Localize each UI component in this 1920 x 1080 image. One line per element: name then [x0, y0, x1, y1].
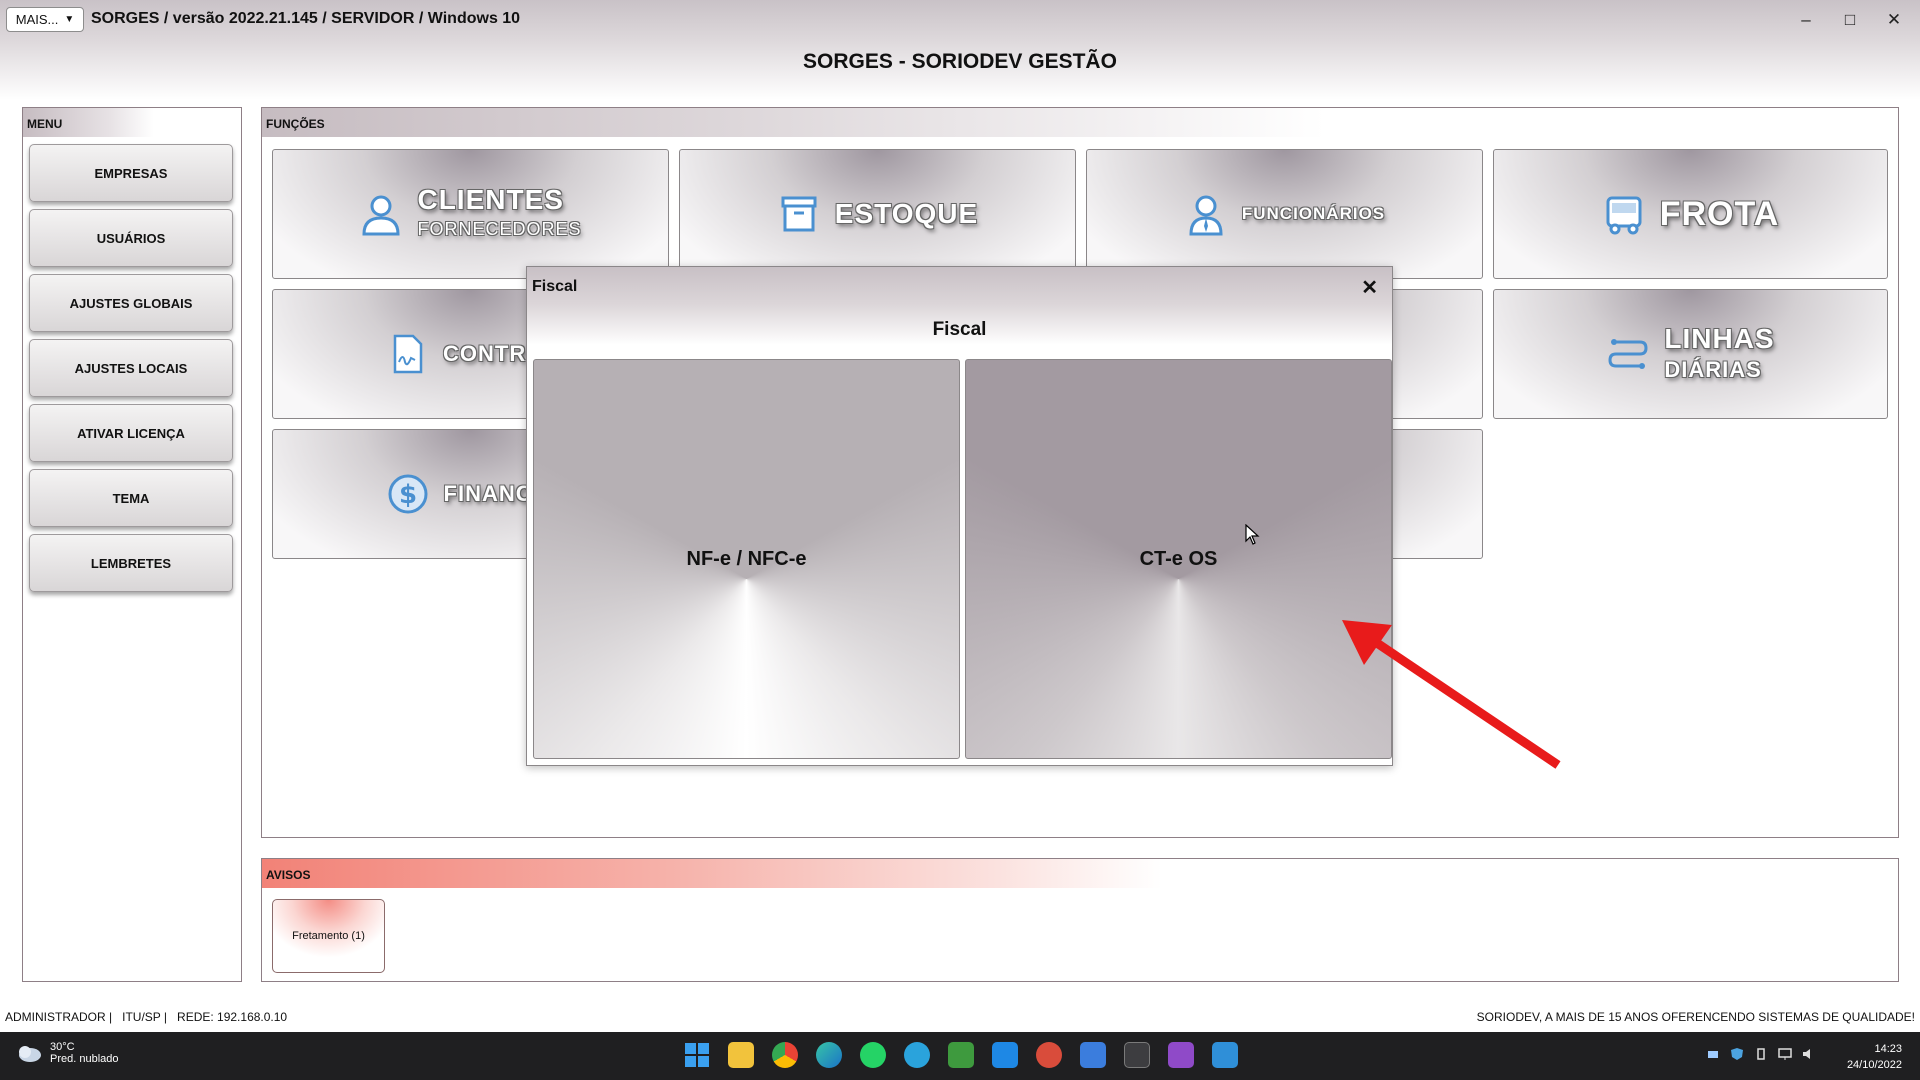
- contract-icon: [393, 334, 423, 374]
- mail-icon[interactable]: [1212, 1042, 1238, 1068]
- tile-clientes-sub: FORNECEDORES: [417, 218, 582, 239]
- window-title: SORGES / versão 2022.21.145 / SERVIDOR /…: [91, 10, 521, 27]
- tile-clientes-label: CLIENTES: [417, 183, 564, 215]
- cloud-icon: [19, 1046, 41, 1062]
- menu-tema-button[interactable]: TEMA: [29, 469, 233, 527]
- funcoes-header: FUNÇÕES: [262, 108, 1898, 137]
- menu-empresas-button[interactable]: EMPRESAS: [29, 144, 233, 202]
- telegram-icon[interactable]: [904, 1042, 930, 1068]
- menu-usuarios-button[interactable]: USUÁRIOS: [29, 209, 233, 267]
- notepad-icon[interactable]: [1080, 1042, 1106, 1068]
- display-tray-icon[interactable]: [1778, 1047, 1792, 1061]
- status-bar-right: SORIODEV, A MAIS DE 15 ANOS OFERENCENDO …: [1476, 1010, 1915, 1024]
- nfe-nfce-button[interactable]: NF-e / NFC-e: [533, 359, 960, 759]
- menu-ajustes-globais-button[interactable]: AJUSTES GLOBAIS: [29, 274, 233, 332]
- start-icon[interactable]: [684, 1042, 710, 1068]
- mais-dropdown-button[interactable]: MAIS... ▼: [6, 7, 84, 32]
- dollar-icon: $: [388, 474, 428, 514]
- chrome-icon[interactable]: [772, 1042, 798, 1068]
- tile-frota[interactable]: FROTA: [1493, 149, 1888, 279]
- menu-ajustes-locais-button[interactable]: AJUSTES LOCAIS: [29, 339, 233, 397]
- tile-linhas[interactable]: LINHAS DIÁRIAS: [1493, 289, 1888, 419]
- aviso-fretamento-button[interactable]: Fretamento (1): [272, 899, 385, 973]
- usb-tray-icon[interactable]: [1754, 1047, 1768, 1061]
- tile-linhas-sub: DIÁRIAS: [1664, 356, 1762, 382]
- tile-funcionarios-label: FUNCIONÁRIOS: [1241, 204, 1386, 223]
- red-arrow-annotation-icon: [1342, 620, 1561, 769]
- close-window-button[interactable]: ✕: [1876, 8, 1912, 32]
- clock[interactable]: 14:23 24/10/2022: [1847, 1041, 1902, 1073]
- sorges-app-icon[interactable]: [1124, 1042, 1150, 1068]
- title-bar: MAIS... ▼ SORGES / versão 2022.21.145 / …: [0, 0, 1920, 40]
- tile-linhas-label: LINHAS: [1664, 322, 1775, 354]
- avisos-panel: AVISOS Fretamento (1): [261, 858, 1899, 982]
- svg-text:$: $: [399, 480, 417, 510]
- fiscal-dialog: Fiscal ✕ Fiscal NF-e / NFC-e CT-e OS: [526, 266, 1393, 766]
- mais-label: MAIS...: [15, 12, 59, 27]
- taskbar: 30°C Pred. nublado 14:23 24/10/2022: [0, 1032, 1920, 1080]
- box-icon: [781, 196, 817, 232]
- weather-widget[interactable]: 30°C Pred. nublado: [16, 1041, 119, 1065]
- menu-ativar-licenca-button[interactable]: ATIVAR LICENÇA: [29, 404, 233, 462]
- clock-date: 24/10/2022: [1846, 1059, 1902, 1071]
- avisos-header: AVISOS: [262, 859, 1898, 888]
- dialog-close-button[interactable]: ✕: [1361, 275, 1378, 300]
- minimize-button[interactable]: –: [1788, 8, 1824, 32]
- whatsapp-icon[interactable]: [860, 1042, 886, 1068]
- file-explorer-icon[interactable]: [728, 1042, 754, 1068]
- weather-temp: 30°C: [50, 1041, 75, 1053]
- maximize-button[interactable]: □: [1832, 8, 1868, 32]
- employee-icon: [1189, 195, 1223, 236]
- menu-panel: MENU EMPRESAS USUÁRIOS AJUSTES GLOBAIS A…: [22, 107, 242, 982]
- tile-clientes[interactable]: CLIENTES FORNECEDORES: [272, 149, 669, 279]
- menu-header: MENU: [23, 108, 241, 137]
- tile-frota-label: FROTA: [1659, 194, 1780, 233]
- volume-tray-icon[interactable]: [1802, 1047, 1816, 1061]
- dropdown-arrow-icon: ▼: [64, 14, 75, 25]
- cte-os-button[interactable]: CT-e OS: [965, 359, 1392, 759]
- status-bar-left: ADMINISTRADOR | ITU/SP | REDE: 192.168.0…: [5, 1010, 288, 1024]
- app-round-icon[interactable]: [1036, 1042, 1062, 1068]
- bus-icon: [1606, 196, 1642, 235]
- menu-lembretes-button[interactable]: LEMBRETES: [29, 534, 233, 592]
- main-title: SORGES - SORIODEV GESTÃO: [803, 50, 1117, 73]
- security-tray-icon[interactable]: [1730, 1047, 1744, 1061]
- weather-desc: Pred. nublado: [50, 1053, 119, 1065]
- dialog-title: Fiscal: [532, 278, 578, 295]
- clock-time: 14:23: [1874, 1043, 1902, 1055]
- person-icon: [362, 195, 400, 236]
- tile-funcionarios[interactable]: FUNCIONÁRIOS: [1086, 149, 1483, 279]
- tile-estoque-label: ESTOQUE: [834, 198, 979, 229]
- dialog-title-bar: Fiscal ✕: [527, 267, 1392, 305]
- video-editor-icon[interactable]: [1168, 1042, 1194, 1068]
- dialog-heading: Fiscal: [932, 319, 987, 340]
- route-icon: [1608, 339, 1648, 369]
- edge-icon[interactable]: [816, 1042, 842, 1068]
- mouse-cursor-icon: [1245, 524, 1260, 545]
- tile-estoque[interactable]: ESTOQUE: [679, 149, 1076, 279]
- remote-app-icon[interactable]: [992, 1042, 1018, 1068]
- network-tray-icon[interactable]: [1706, 1047, 1720, 1061]
- spreadsheet-icon[interactable]: [948, 1042, 974, 1068]
